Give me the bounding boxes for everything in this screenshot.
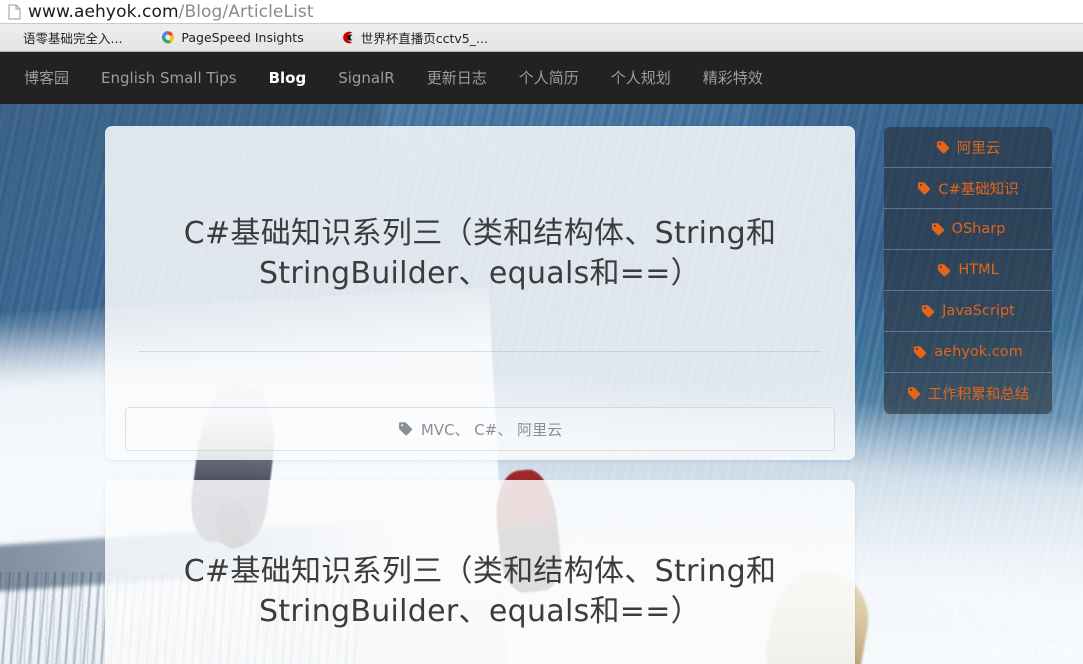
article-title[interactable]: C#基础知识系列三（类和结构体、String和StringBuilder、equ… — [145, 552, 815, 632]
bookmark-item[interactable]: PageSpeed Insights — [152, 23, 311, 52]
nav-item-update-log[interactable]: 更新日志 — [411, 52, 503, 104]
bookmark-item[interactable]: 世界杯直播页cctv5_... — [332, 23, 496, 52]
page-document-icon — [8, 4, 21, 20]
article-tags: MVC、 C#、 阿里云 — [398, 419, 562, 440]
sidebar-item-label: 阿里云 — [956, 140, 1001, 157]
pagespeed-insights-icon — [160, 30, 175, 45]
article-card[interactable]: C#基础知识系列三（类和结构体、String和StringBuilder、equ… — [105, 126, 855, 460]
nav-item-effects[interactable]: 精彩特效 — [687, 52, 779, 104]
bookmark-label: 世界杯直播页cctv5_... — [360, 31, 488, 46]
sidebar-item-label: JavaScript — [942, 303, 1015, 319]
sidebar-item-osharp[interactable]: OSharp — [884, 209, 1052, 250]
nav-item-english-small-tips[interactable]: English Small Tips — [85, 52, 253, 104]
nav-item-plan[interactable]: 个人规划 — [595, 52, 687, 104]
browser-chrome: www.aehyok.com/Blog/ArticleList 语零基础完全入.… — [0, 0, 1083, 52]
bookmark-label: PageSpeed Insights — [181, 30, 304, 45]
nav-item-resume[interactable]: 个人简历 — [503, 52, 595, 104]
tag-icon — [931, 222, 944, 235]
cctv-icon — [340, 30, 355, 45]
category-sidebar: 阿里云 C#基础知识 OSharp HTML JavaScript aehyok… — [884, 127, 1052, 414]
sidebar-item-aehyok-com[interactable]: aehyok.com — [884, 332, 1052, 373]
tag-icon — [907, 387, 920, 400]
url-text[interactable]: www.aehyok.com/Blog/ArticleList — [28, 2, 314, 22]
sidebar-item-label: aehyok.com — [934, 344, 1023, 360]
nav-item-blog-garden[interactable]: 博客园 — [8, 52, 85, 104]
address-bar[interactable]: www.aehyok.com/Blog/ArticleList — [0, 0, 1083, 23]
url-domain: www.aehyok.com — [28, 1, 179, 22]
watermark: @51CTO博客 — [988, 643, 1075, 658]
sidebar-item-label: OSharp — [951, 221, 1006, 237]
article-tag-box[interactable]: MVC、 C#、 阿里云 — [125, 407, 835, 451]
article-divider — [138, 351, 822, 352]
sidebar-item-label: 工作积累和总结 — [927, 387, 1030, 403]
article-tags-text: MVC、 C#、 阿里云 — [420, 420, 563, 439]
bookmark-generic-icon — [2, 30, 17, 45]
tag-icon — [914, 345, 927, 358]
sidebar-item-label: HTML — [958, 262, 999, 278]
tag-icon — [936, 140, 949, 153]
tag-icon — [938, 263, 951, 276]
nav-item-blog[interactable]: Blog — [253, 52, 323, 104]
sidebar-item-label: C#基础知识 — [938, 181, 1019, 198]
tag-icon — [398, 422, 412, 436]
sidebar-item-aliyun[interactable]: 阿里云 — [884, 127, 1052, 168]
bookmark-label: 语零基础完全入... — [23, 31, 123, 46]
sidebar-item-csharp-basics[interactable]: C#基础知识 — [884, 168, 1052, 209]
article-card[interactable]: C#基础知识系列三（类和结构体、String和StringBuilder、equ… — [105, 480, 855, 664]
site-navbar: 博客园 English Small Tips Blog SignalR 更新日志… — [0, 52, 1083, 104]
browser-window: 博客园 English Small Tips Blog SignalR 更新日志… — [0, 0, 1083, 664]
tag-icon — [918, 181, 931, 194]
sidebar-item-javascript[interactable]: JavaScript — [884, 291, 1052, 332]
article-title[interactable]: C#基础知识系列三（类和结构体、String和StringBuilder、equ… — [145, 214, 815, 294]
sidebar-item-work-summary[interactable]: 工作积累和总结 — [884, 373, 1052, 414]
bookmarks-bar: 语零基础完全入... PageSpeed Insights 世界杯直播页cctv… — [0, 23, 1083, 52]
tag-icon — [922, 304, 935, 317]
web-page-viewport: 博客园 English Small Tips Blog SignalR 更新日志… — [0, 52, 1083, 664]
nav-item-signalr[interactable]: SignalR — [322, 52, 411, 104]
bookmark-item[interactable]: 语零基础完全入... — [0, 23, 130, 52]
url-path: /Blog/ArticleList — [178, 1, 314, 22]
sidebar-item-html[interactable]: HTML — [884, 250, 1052, 291]
